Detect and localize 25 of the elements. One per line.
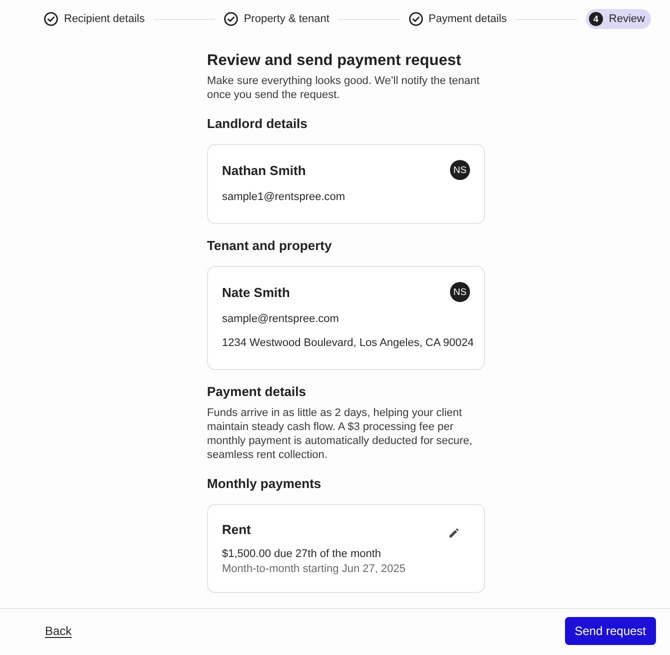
section-heading: Landlord details xyxy=(207,115,308,133)
back-link[interactable]: Back xyxy=(45,624,72,638)
pencil-icon[interactable] xyxy=(449,528,459,538)
avatar: NS xyxy=(450,282,470,302)
step-label: Payment details xyxy=(428,13,507,25)
payment-amount: $1,500.00 due 27th of the month xyxy=(222,547,382,562)
contact-detail: sample@rentspree.com xyxy=(222,312,340,326)
payment-title: Rent xyxy=(222,521,251,539)
send-request-button[interactable]: Send request xyxy=(564,617,656,645)
page-title: Review and send payment request xyxy=(207,51,462,71)
contact-detail: sample1@rentspree.com xyxy=(222,190,346,204)
step-label: Property & tenant xyxy=(244,13,330,25)
step-number-badge: 4 xyxy=(588,12,603,26)
page-subtitle: Make sure everything looks good. We’ll notify the tenant once you send the request. xyxy=(207,74,481,102)
payment-term: Month-to-month starting Jun 27, 2025 xyxy=(222,562,406,577)
contact-detail: 1234 Westwood Boulevard, Los Angeles, CA 90024 xyxy=(222,336,475,350)
section-heading: Tenant and property xyxy=(207,237,333,255)
section-heading: Payment details xyxy=(207,383,307,401)
section-description: Funds arrive in as little as 2 days, helping your client maintain steady cash flow. A $3 processing fee per monthly payment is automatically deducted for secure, seamless rent collection. xyxy=(207,406,474,462)
contact-name: Nate Smith xyxy=(222,284,290,300)
step-label: Review xyxy=(608,13,645,25)
step-label: Recipient details xyxy=(64,13,145,25)
contact-name: Nathan Smith xyxy=(222,162,306,178)
section-heading: Monthly payments xyxy=(207,475,322,493)
avatar: NS xyxy=(450,160,470,180)
